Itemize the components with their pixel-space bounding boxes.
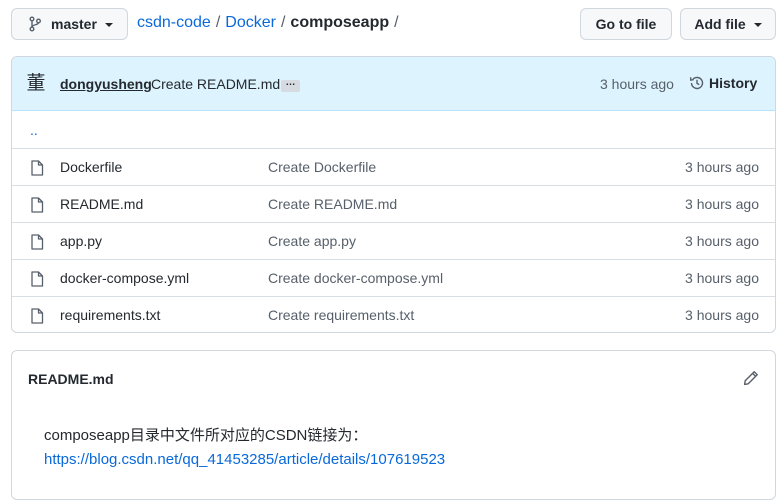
commit-author-link[interactable]: dongyusheng bbox=[60, 76, 152, 92]
file-icon bbox=[30, 160, 44, 176]
commit-time: 3 hours ago bbox=[600, 76, 674, 92]
file-commit-time: 3 hours ago bbox=[685, 233, 759, 249]
readme-title: README.md bbox=[28, 371, 114, 387]
pencil-icon[interactable] bbox=[743, 370, 759, 386]
file-commit-time: 3 hours ago bbox=[685, 196, 759, 212]
go-to-file-button[interactable]: Go to file bbox=[580, 8, 672, 40]
readme-csdn-link[interactable]: https://blog.csdn.net/qq_41453285/articl… bbox=[44, 448, 445, 472]
file-commit-time: 3 hours ago bbox=[685, 307, 759, 323]
file-row[interactable]: README.md Create README.md 3 hours ago bbox=[12, 185, 775, 222]
readme-content: composeapp目录中文件所对应的CSDN链接为： https://blog… bbox=[44, 424, 445, 472]
repo-toolbar: master csdn-code / Docker / composeapp /… bbox=[0, 0, 782, 48]
breadcrumb: csdn-code / Docker / composeapp / bbox=[137, 14, 404, 32]
chevron-down-icon bbox=[104, 23, 113, 27]
add-file-label: Add file bbox=[694, 16, 746, 32]
readme-text: composeapp目录中文件所对应的CSDN链接为： bbox=[44, 427, 368, 444]
file-name-link[interactable]: docker-compose.yml bbox=[60, 270, 189, 286]
history-label: History bbox=[709, 75, 758, 91]
file-row[interactable]: requirements.txt Create requirements.txt… bbox=[12, 296, 775, 332]
file-icon bbox=[30, 234, 44, 250]
branch-select-button[interactable]: master bbox=[11, 8, 128, 40]
file-browser: 董 dongyusheng Create README.md … 3 hours… bbox=[11, 56, 776, 333]
git-branch-icon bbox=[29, 16, 43, 32]
file-commit-message[interactable]: Create README.md bbox=[268, 196, 397, 212]
file-commit-message[interactable]: Create docker-compose.yml bbox=[268, 270, 443, 286]
file-commit-message[interactable]: Create requirements.txt bbox=[268, 307, 414, 323]
chevron-down-icon bbox=[753, 23, 762, 27]
file-icon bbox=[30, 308, 44, 324]
file-icon bbox=[30, 197, 44, 213]
commit-message-link[interactable]: Create README.md bbox=[151, 76, 280, 92]
parent-directory-link[interactable]: .. bbox=[30, 122, 38, 138]
history-icon bbox=[689, 75, 705, 91]
file-row[interactable]: Dockerfile Create Dockerfile 3 hours ago bbox=[12, 148, 775, 185]
parent-directory-row[interactable]: .. bbox=[12, 111, 775, 148]
file-icon bbox=[30, 271, 44, 287]
file-commit-time: 3 hours ago bbox=[685, 159, 759, 175]
file-name-link[interactable]: README.md bbox=[60, 196, 143, 212]
latest-commit-bar: 董 dongyusheng Create README.md … 3 hours… bbox=[12, 57, 775, 111]
readme-header: README.md bbox=[12, 351, 775, 405]
file-commit-message[interactable]: Create app.py bbox=[268, 233, 356, 249]
breadcrumb-repo-link[interactable]: csdn-code bbox=[137, 14, 211, 32]
file-commit-time: 3 hours ago bbox=[685, 270, 759, 286]
file-name-link[interactable]: app.py bbox=[60, 233, 102, 249]
commit-expand-button[interactable]: … bbox=[281, 78, 300, 92]
breadcrumb-dir-link[interactable]: Docker bbox=[225, 14, 276, 32]
file-name-link[interactable]: Dockerfile bbox=[60, 159, 122, 175]
avatar[interactable]: 董 bbox=[26, 73, 46, 93]
file-name-link[interactable]: requirements.txt bbox=[60, 307, 160, 323]
branch-label: master bbox=[51, 16, 97, 32]
go-to-file-label: Go to file bbox=[595, 16, 657, 32]
file-row[interactable]: app.py Create app.py 3 hours ago bbox=[12, 222, 775, 259]
breadcrumb-separator: / bbox=[280, 14, 286, 31]
readme-panel: README.md composeapp目录中文件所对应的CSDN链接为： ht… bbox=[11, 350, 776, 500]
add-file-button[interactable]: Add file bbox=[680, 8, 776, 40]
file-commit-message[interactable]: Create Dockerfile bbox=[268, 159, 376, 175]
history-button[interactable]: History bbox=[689, 75, 757, 91]
file-row[interactable]: docker-compose.yml Create docker-compose… bbox=[12, 259, 775, 296]
breadcrumb-separator: / bbox=[394, 14, 399, 31]
breadcrumb-current: composeapp bbox=[290, 14, 390, 31]
breadcrumb-separator: / bbox=[215, 14, 221, 31]
